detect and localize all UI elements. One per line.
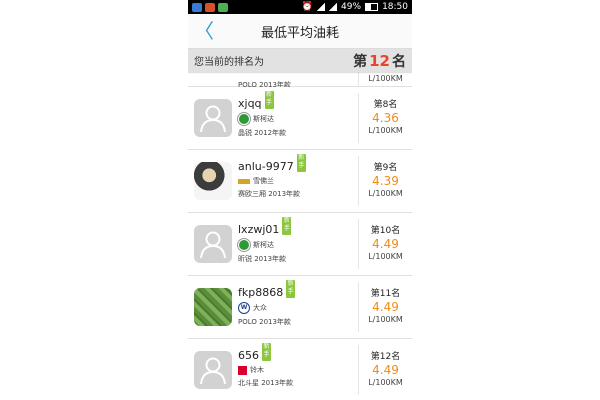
user-avatar: [194, 162, 232, 200]
page-title: 最低平均油耗: [260, 25, 339, 41]
battery-icon: [365, 3, 379, 11]
app-notification-icon: [192, 2, 202, 12]
score-panel: 第9名 4.39 L/100KM: [358, 156, 412, 206]
rank-position: 第12名: [370, 352, 401, 362]
app-notification-icon: [218, 2, 228, 12]
ranking-list[interactable]: POLO 2013年款 L/100KM xjqq 新手 斯柯达 晶锐 2012年…: [188, 71, 412, 400]
car-model: 昕锐 2013年款: [238, 255, 287, 263]
consumption-unit: L/100KM: [368, 252, 403, 261]
battery-percent: 49%: [341, 2, 362, 12]
username: 656: [238, 349, 259, 362]
default-avatar-icon: [194, 225, 232, 263]
list-item-3[interactable]: lxzwj01 新手 斯柯达 昕锐 2013年款 第10名 4.49 L/100…: [188, 213, 412, 276]
newbie-badge: 新手: [282, 217, 292, 235]
list-item-2[interactable]: anlu-9977 新手 雪佛兰 赛欧三厢 2013年款 第9名 4.39 L/…: [188, 150, 412, 213]
skoda-logo-icon: [238, 113, 250, 125]
skoda-logo-icon: [238, 239, 250, 251]
car-model: 北斗星 2013年款: [238, 379, 294, 387]
score-panel: 第12名 4.49 L/100KM: [358, 345, 412, 395]
car-model: POLO 2013年款: [238, 318, 291, 326]
list-item-partial[interactable]: POLO 2013年款 L/100KM: [188, 71, 412, 89]
consumption-unit: L/100KM: [368, 74, 403, 83]
consumption-unit: L/100KM: [368, 315, 403, 324]
back-arrow-icon: 〈: [194, 19, 214, 43]
username: fkp8868: [238, 286, 284, 299]
car-model: 晶锐 2012年款: [238, 129, 287, 137]
list-item-4[interactable]: fkp8868 新手 W 大众 POLO 2013年款 第11名 4.49 L/…: [188, 276, 412, 339]
newbie-badge: 新手: [286, 280, 296, 298]
back-button[interactable]: 〈: [194, 20, 214, 42]
my-rank-value: 第 12 名: [353, 51, 406, 71]
brand-name: 斯柯达: [253, 241, 274, 249]
username: lxzwj01: [238, 223, 280, 236]
my-rank-bar: 您当前的排名为 第 12 名: [188, 49, 412, 72]
list-item-5[interactable]: 656 新手 铃木 北斗星 2013年款 第12名 4.49 L/100KM: [188, 339, 412, 400]
rank-prefix: 第: [353, 53, 368, 70]
fuel-consumption-value: 4.39: [372, 174, 399, 188]
volkswagen-logo-icon: W: [238, 302, 250, 314]
score-panel: 第10名 4.49 L/100KM: [358, 219, 412, 269]
brand-name: 铃木: [250, 366, 264, 374]
title-bar: 〈 最低平均油耗: [188, 14, 412, 49]
consumption-unit: L/100KM: [368, 126, 403, 135]
score-panel: 第8名 4.36 L/100KM: [358, 93, 412, 143]
notification-icons: [192, 2, 228, 12]
brand-name: 雪佛兰: [253, 177, 274, 185]
rank-position: 第11名: [370, 289, 401, 299]
fuel-consumption-value: 4.49: [372, 300, 399, 314]
newbie-badge: 新手: [296, 154, 306, 172]
chevrolet-logo-icon: [238, 178, 250, 184]
newbie-badge: 新手: [262, 343, 271, 361]
list-item-1[interactable]: xjqq 新手 斯柯达 晶锐 2012年款 第8名 4.36 L/100KM: [188, 87, 412, 150]
default-avatar-icon: [194, 351, 232, 389]
fuel-consumption-value: 4.49: [372, 237, 399, 251]
rank-position: 第8名: [373, 100, 398, 110]
default-avatar-icon: [194, 99, 232, 137]
status-bar: ⏰ 49% 18:50: [188, 0, 412, 14]
user-avatar: [194, 288, 232, 326]
rank-position: 第9名: [373, 163, 398, 173]
phone-screen: ⏰ 49% 18:50 〈 最低平均油耗 您当前的排名为 第 12 名 POLO 2…: [188, 0, 412, 400]
my-rank-label: 您当前的排名为: [194, 57, 264, 68]
rank-number: 12: [369, 51, 390, 70]
car-model: 赛欧三厢 2013年款: [238, 190, 301, 198]
app-notification-icon: [205, 2, 215, 12]
score-panel: 第11名 4.49 L/100KM: [358, 282, 412, 332]
newbie-badge: 新手: [264, 91, 274, 109]
signal-icon: [329, 3, 338, 11]
fuel-consumption-value: 4.49: [372, 363, 399, 377]
username: xjqq: [238, 97, 262, 110]
brand-name: 大众: [253, 304, 267, 312]
fuel-consumption-value: 4.36: [372, 111, 399, 125]
brand-name: 斯柯达: [253, 115, 274, 123]
consumption-unit: L/100KM: [368, 378, 403, 387]
username: anlu-9977: [238, 160, 294, 173]
wifi-icon: [317, 3, 326, 11]
alarm-icon: ⏰: [301, 2, 314, 12]
suzuki-logo-icon: [238, 365, 247, 375]
consumption-unit: L/100KM: [368, 189, 403, 198]
rank-suffix: 名: [392, 53, 406, 70]
rank-position: 第10名: [370, 226, 401, 236]
clock: 18:50: [382, 2, 408, 12]
